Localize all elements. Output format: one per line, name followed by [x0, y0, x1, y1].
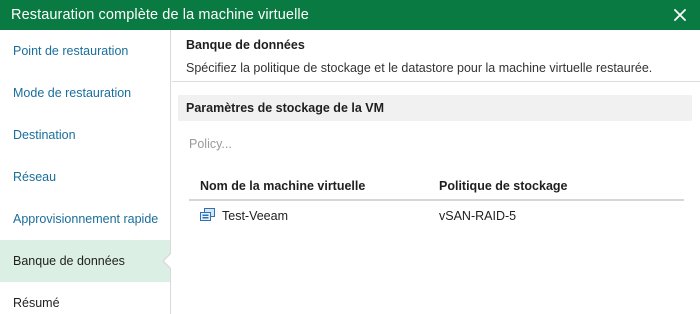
sidebar-item-mode-de-restauration[interactable]: Mode de restauration — [0, 72, 170, 114]
cell-vm-name: Test-Veeam — [189, 207, 439, 225]
sidebar-item-label: Point de restauration — [13, 44, 129, 58]
table-header: Nom de la machine virtuelle Politique de… — [189, 173, 684, 201]
sidebar-item-approvisionnement-rapide[interactable]: Approvisionnement rapide — [0, 198, 170, 240]
sidebar-item-label: Banque de données — [13, 254, 125, 268]
column-header-vm-name[interactable]: Nom de la machine virtuelle — [189, 179, 439, 193]
content-scrollbar[interactable] — [694, 83, 700, 314]
table-row[interactable]: Test-Veeam vSAN-RAID-5 — [189, 201, 684, 231]
window-title: Restauration complète de la machine virt… — [11, 7, 309, 23]
wizard-steps-sidebar: Point de restauration Mode de restaurati… — [0, 30, 171, 314]
vm-name: Test-Veeam — [222, 209, 289, 223]
sidebar-item-label: Mode de restauration — [13, 86, 132, 100]
sidebar-item-label: Approvisionnement rapide — [13, 212, 159, 226]
sidebar-item-resume[interactable]: Résumé — [0, 282, 170, 314]
policy-button[interactable]: Policy... — [189, 137, 232, 151]
sidebar-item-label: Résumé — [13, 296, 60, 310]
column-header-storage-policy[interactable]: Politique de stockage — [439, 179, 684, 193]
close-icon[interactable] — [670, 5, 690, 25]
sidebar-item-label: Réseau — [13, 170, 57, 184]
sidebar-item-label: Destination — [13, 128, 76, 142]
step-header: Banque de données Spécifiez la politique… — [172, 30, 700, 82]
sidebar-item-point-de-restauration[interactable]: Point de restauration — [0, 30, 170, 72]
title-bar: Restauration complète de la machine virt… — [0, 0, 700, 30]
sidebar-item-destination[interactable]: Destination — [0, 114, 170, 156]
sidebar-item-banque-de-donnees[interactable]: Banque de données — [0, 240, 171, 282]
step-title: Banque de données — [186, 38, 305, 52]
active-step-pointer — [164, 254, 171, 268]
step-description: Spécifiez la politique de stockage et le… — [186, 61, 653, 75]
cell-storage-policy: vSAN-RAID-5 — [439, 209, 517, 223]
sidebar-item-reseau[interactable]: Réseau — [0, 156, 170, 198]
vm-storage-table: Nom de la machine virtuelle Politique de… — [189, 173, 684, 231]
vm-icon — [200, 207, 216, 225]
step-content: Paramètres de stockage de la VM Policy..… — [172, 83, 700, 314]
restore-wizard-window: Restauration complète de la machine virt… — [0, 0, 700, 314]
section-header: Paramètres de stockage de la VM — [178, 95, 692, 121]
